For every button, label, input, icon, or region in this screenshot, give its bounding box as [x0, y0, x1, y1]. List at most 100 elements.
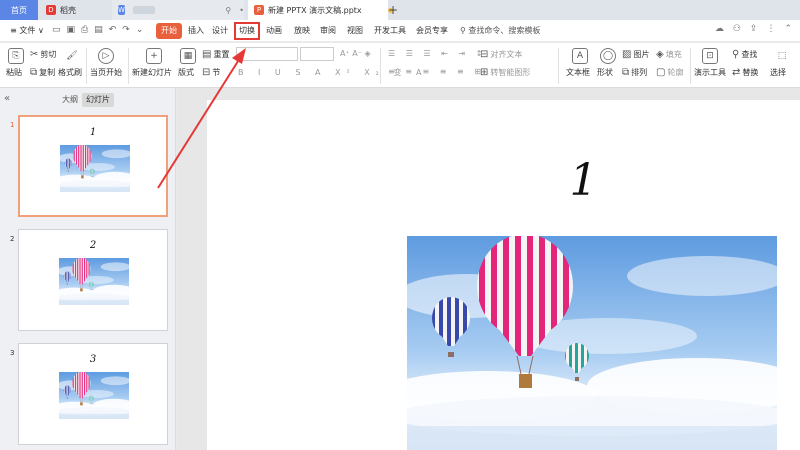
tab-slides[interactable]: 幻灯片	[82, 93, 114, 107]
redo-icon[interactable]: ↷	[122, 25, 130, 35]
plus-icon: +	[387, 3, 399, 17]
pptx-doc-icon: P	[254, 5, 264, 15]
collapse-ribbon-icon[interactable]: ⌃	[784, 24, 792, 34]
arrange-button[interactable]: ⧉ 排列	[622, 67, 647, 78]
outline-label: 轮廓	[667, 68, 684, 77]
smartart-label: 转智能图形	[490, 68, 531, 77]
slide-number: 3	[10, 349, 15, 357]
replace-icon: ⇄	[732, 67, 741, 78]
slide-thumbnail-2[interactable]: 2	[18, 229, 168, 331]
smartart-icon: ⊞	[480, 67, 489, 78]
find-button[interactable]: ⚲ 查找	[732, 49, 757, 60]
command-search[interactable]: ⚲ 查找命令、搜索模板	[460, 23, 540, 39]
textbox-icon[interactable]: A	[572, 48, 588, 64]
tab-daoke[interactable]: D 稻壳	[40, 0, 110, 20]
picture-button[interactable]: ▨ 图片	[622, 49, 649, 60]
tab-document[interactable]: P 新建 PPTX 演示文稿.pptx	[248, 0, 388, 20]
shape-icon[interactable]: ◯	[600, 48, 616, 64]
font-size-select[interactable]	[300, 47, 334, 61]
align-text-button[interactable]: ⊟ 对齐文本	[480, 49, 522, 60]
cut-button[interactable]: ✂ 剪切	[30, 49, 56, 60]
align-text-label: 对齐文本	[490, 50, 523, 59]
tab-home[interactable]: 首页	[0, 0, 38, 20]
format-painter-button[interactable]: 格式刷	[58, 67, 82, 78]
tab-animation[interactable]: 动画	[262, 23, 286, 39]
copy-button[interactable]: ⧉ 复制	[30, 67, 55, 78]
transition-highlight-box	[234, 22, 260, 40]
scissors-icon: ✂	[30, 49, 39, 60]
new-tab-button[interactable]: +	[386, 0, 400, 20]
picture-label: 图片	[633, 50, 650, 59]
paste-button[interactable]: 粘贴	[6, 67, 22, 78]
print-icon[interactable]: ⎙	[81, 25, 88, 35]
tab-start[interactable]: 开始	[156, 23, 182, 39]
current-slide[interactable]: 1	[207, 100, 800, 450]
balloon-image[interactable]	[407, 236, 777, 450]
slide-thumbnail-1[interactable]: 1	[18, 115, 168, 217]
tab-insert[interactable]: 插入	[184, 23, 208, 39]
tab-outline[interactable]: 大纲	[60, 93, 80, 107]
ribbon-separator	[558, 48, 559, 84]
share-icon[interactable]: ⇪	[750, 24, 758, 34]
reset-icon: ▤	[202, 49, 212, 60]
ribbon-separator	[690, 48, 691, 84]
new-slide-button[interactable]: 新建幻灯片	[132, 67, 172, 78]
section-label: 节	[212, 68, 221, 77]
tab-member[interactable]: 会员专享	[414, 23, 450, 39]
more-icon[interactable]: ⋮	[766, 24, 775, 34]
collapse-panel-icon[interactable]: «	[4, 93, 10, 104]
align-text-icon: ⊟	[480, 49, 489, 60]
cloud-icon[interactable]: ☁	[715, 24, 724, 34]
new-slide-icon[interactable]: +	[146, 48, 162, 64]
outline-button[interactable]: ▢ 轮廓	[656, 67, 683, 78]
layout-button[interactable]: 版式	[178, 67, 194, 78]
font-size-adjust[interactable]: A⁺ A⁻ ◈	[340, 49, 371, 58]
tab-view[interactable]: 视图	[343, 23, 367, 39]
reset-button[interactable]: ▤ 重置	[202, 49, 229, 60]
layout-icon[interactable]: ▦	[180, 48, 196, 64]
from-current-button[interactable]: 当页开始	[90, 67, 122, 78]
open-folder-icon[interactable]: ▭	[52, 25, 61, 35]
print-preview-icon[interactable]: ▤	[94, 25, 103, 35]
copy-icon: ⧉	[30, 67, 38, 78]
format-painter-icon[interactable]: 🖌	[64, 48, 80, 64]
thumbnail-title: 2	[89, 240, 97, 251]
cut-label: 剪切	[40, 50, 57, 59]
smartart-button[interactable]: ⊞ 转智能图形	[480, 67, 530, 78]
select-button[interactable]: 选择	[770, 67, 786, 78]
copy-label: 复制	[39, 68, 56, 77]
slide-thumbnail-3[interactable]: 3	[18, 343, 168, 445]
fill-icon: ◈	[656, 49, 664, 60]
ribbon-separator	[380, 48, 381, 84]
tab-slideshow[interactable]: 放映	[290, 23, 314, 39]
present-tools-button[interactable]: 演示工具	[694, 67, 726, 78]
textbox-button[interactable]: 文本框	[566, 67, 590, 78]
select-icon[interactable]: ⬚	[774, 48, 790, 64]
find-icon: ⚲	[732, 49, 740, 60]
section-button[interactable]: ⊟ 节	[202, 67, 220, 78]
shape-button[interactable]: 形状	[597, 67, 613, 78]
customize-icon[interactable]: ⌄	[136, 25, 144, 35]
menu-file[interactable]: ≡ 文件 ∨	[6, 23, 48, 39]
arrange-icon: ⧉	[622, 67, 630, 78]
paste-icon[interactable]: ⎘	[8, 48, 24, 64]
tab-review[interactable]: 审阅	[316, 23, 340, 39]
quick-access-toolbar: ▭ ▣ ⎙ ▤ ↶ ↷ ⌄	[52, 25, 143, 35]
balloon-image	[59, 258, 129, 305]
tab-blurred[interactable]: W ⚲ •	[112, 0, 244, 20]
blurred-tab-title	[132, 6, 156, 14]
slide-title[interactable]: 1	[207, 155, 800, 206]
pin-icon[interactable]: ⚲	[225, 6, 231, 15]
present-tools-icon[interactable]: ⊡	[702, 48, 718, 64]
tab-developer[interactable]: 开发工具	[372, 23, 408, 39]
save-icon[interactable]: ▣	[67, 25, 76, 35]
font-name-select[interactable]	[236, 47, 298, 61]
fill-button[interactable]: ◈ 填充	[656, 49, 682, 60]
tab-close-icon[interactable]: •	[239, 6, 244, 15]
play-icon[interactable]: ▷	[98, 48, 114, 64]
undo-icon[interactable]: ↶	[109, 25, 117, 35]
replace-button[interactable]: ⇄ 替换	[732, 67, 758, 78]
ribbon-separator	[128, 48, 129, 84]
collaborate-icon[interactable]: ⚇	[733, 24, 741, 34]
tab-design[interactable]: 设计	[208, 23, 232, 39]
